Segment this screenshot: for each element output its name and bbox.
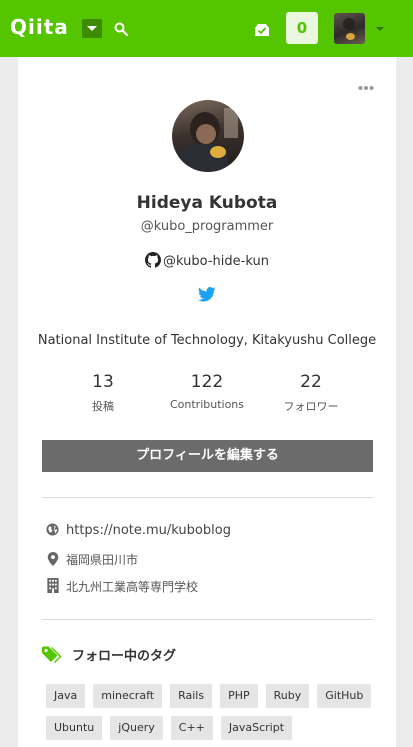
tag-item[interactable]: Java — [46, 684, 86, 708]
stat-followers[interactable]: 22 フォロワー — [261, 372, 361, 414]
inbox-icon[interactable] — [254, 22, 270, 38]
github-link[interactable]: @kubo-hide-kun — [18, 252, 396, 269]
stat-posts[interactable]: 13 投稿 — [53, 372, 153, 414]
header-avatar[interactable] — [334, 13, 365, 44]
stat-followers-label: フォロワー — [283, 400, 339, 413]
organization-text: 北九州工業高等専門学校 — [66, 580, 199, 594]
stat-contributions[interactable]: 122 Contributions — [157, 372, 257, 411]
profile-card: Hideya Kubota @kubo_programmer @kubo-hid… — [18, 57, 396, 747]
github-icon — [145, 252, 162, 268]
profile-avatar — [172, 100, 244, 172]
dropdown-icon[interactable] — [82, 19, 102, 38]
stat-followers-value: 22 — [300, 372, 322, 392]
website-row[interactable]: https://note.mu/kuboblog — [46, 523, 231, 538]
divider — [42, 619, 373, 620]
following-tags-list: Java minecraft Rails PHP Ruby GitHub Ubuntu jQu… — [46, 684, 376, 740]
tag-item[interactable]: JavaScript — [220, 716, 293, 740]
stat-contributions-label: Contributions — [169, 398, 245, 411]
organization-row: 北九州工業高等専門学校 — [46, 578, 198, 595]
building-icon — [47, 578, 59, 593]
location-text: 福岡県田川市 — [66, 553, 139, 567]
tag-item[interactable]: Ruby — [265, 684, 310, 708]
tag-item[interactable]: GitHub — [317, 684, 372, 708]
twitter-icon[interactable] — [198, 287, 216, 302]
qiita-logo[interactable]: Qiita — [10, 15, 69, 39]
divider — [42, 497, 373, 498]
stat-posts-value: 13 — [92, 372, 114, 392]
notification-count-button[interactable]: 0 — [286, 12, 318, 44]
profile-organization: National Institute of Technology, Kitaky… — [37, 333, 377, 348]
stat-posts-label: 投稿 — [92, 400, 114, 413]
following-tags-heading: フォロー中のタグ — [42, 645, 176, 664]
github-handle: @kubo-hide-kun — [163, 254, 269, 269]
location-row: 福岡県田川市 — [46, 551, 138, 568]
globe-icon — [46, 523, 59, 536]
location-pin-icon — [47, 552, 59, 566]
profile-handle: @kubo_programmer — [140, 219, 274, 234]
stat-contributions-value: 122 — [190, 372, 224, 392]
tag-item[interactable]: PHP — [220, 684, 258, 708]
tag-item[interactable]: C++ — [170, 716, 213, 740]
tag-item[interactable]: Ubuntu — [46, 716, 103, 740]
profile-name: Hideya Kubota — [136, 193, 278, 213]
tag-item[interactable]: Rails — [170, 684, 213, 708]
search-icon[interactable] — [114, 22, 128, 36]
more-icon[interactable] — [358, 85, 374, 91]
edit-profile-button[interactable]: プロフィールを編集する — [42, 440, 373, 472]
tags-icon — [42, 646, 62, 663]
tag-item[interactable]: minecraft — [93, 684, 163, 708]
tag-item[interactable]: jQuery — [110, 716, 163, 740]
website-link[interactable]: https://note.mu/kuboblog — [66, 523, 231, 538]
following-tags-title: フォロー中のタグ — [72, 649, 177, 664]
chevron-down-icon[interactable] — [376, 27, 384, 31]
app-header: Qiita 0 — [0, 0, 413, 57]
